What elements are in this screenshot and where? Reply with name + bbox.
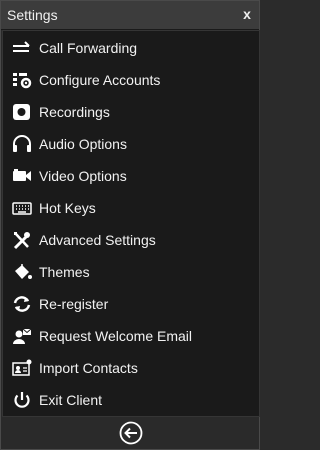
menu-item-exit-client[interactable]: Exit Client xyxy=(3,385,259,415)
configure-accounts-icon xyxy=(11,70,33,90)
window-title: Settings xyxy=(7,7,58,23)
video-camera-icon xyxy=(11,166,33,186)
menu-item-request-welcome-email[interactable]: Request Welcome Email xyxy=(3,321,259,351)
menu-item-recordings[interactable]: Recordings xyxy=(3,97,259,127)
menu-item-label: Configure Accounts xyxy=(39,72,161,88)
paint-bucket-icon xyxy=(11,262,33,282)
contact-card-icon xyxy=(11,358,33,378)
menu-item-label: Themes xyxy=(39,264,90,280)
menu-item-label: Re-register xyxy=(39,296,109,312)
menu-item-re-register[interactable]: Re-register xyxy=(3,289,259,319)
footer-bar xyxy=(1,417,259,449)
menu-item-label: Recordings xyxy=(39,104,110,120)
close-button[interactable]: x xyxy=(239,6,255,22)
menu-item-label: Exit Client xyxy=(39,392,103,408)
headphones-icon xyxy=(11,134,33,154)
menu-item-video-options[interactable]: Video Options xyxy=(3,161,259,191)
menu-item-label: Request Welcome Email xyxy=(39,328,193,344)
menu-item-advanced-settings[interactable]: Advanced Settings xyxy=(3,225,259,255)
back-arrow-icon xyxy=(119,421,143,445)
menu-item-configure-accounts[interactable]: Configure Accounts xyxy=(3,65,259,95)
menu-item-hot-keys[interactable]: Hot Keys xyxy=(3,193,259,223)
menu-item-label: Audio Options xyxy=(39,136,127,152)
settings-window: Settings x Call Forwarding Configure Acc… xyxy=(0,0,260,450)
menu-item-label: Video Options xyxy=(39,168,127,184)
call-forward-icon xyxy=(11,38,33,58)
menu-item-label: Hot Keys xyxy=(39,200,96,216)
menu-item-call-forwarding[interactable]: Call Forwarding xyxy=(3,33,259,63)
title-bar: Settings x xyxy=(1,1,259,30)
menu-item-themes[interactable]: Themes xyxy=(3,257,259,287)
power-icon xyxy=(11,390,33,410)
refresh-icon xyxy=(11,294,33,314)
tools-icon xyxy=(11,230,33,250)
menu-item-label: Call Forwarding xyxy=(39,40,138,56)
user-mail-icon xyxy=(11,326,33,346)
menu-item-label: Import Contacts xyxy=(39,360,138,376)
menu-item-audio-options[interactable]: Audio Options xyxy=(3,129,259,159)
keyboard-icon xyxy=(11,198,33,218)
menu-item-label: Advanced Settings xyxy=(39,232,156,248)
menu-item-import-contacts[interactable]: Import Contacts xyxy=(3,353,259,383)
back-button[interactable] xyxy=(119,421,143,445)
record-icon xyxy=(11,102,33,122)
settings-menu: Call Forwarding Configure Accounts Recor… xyxy=(2,30,260,417)
